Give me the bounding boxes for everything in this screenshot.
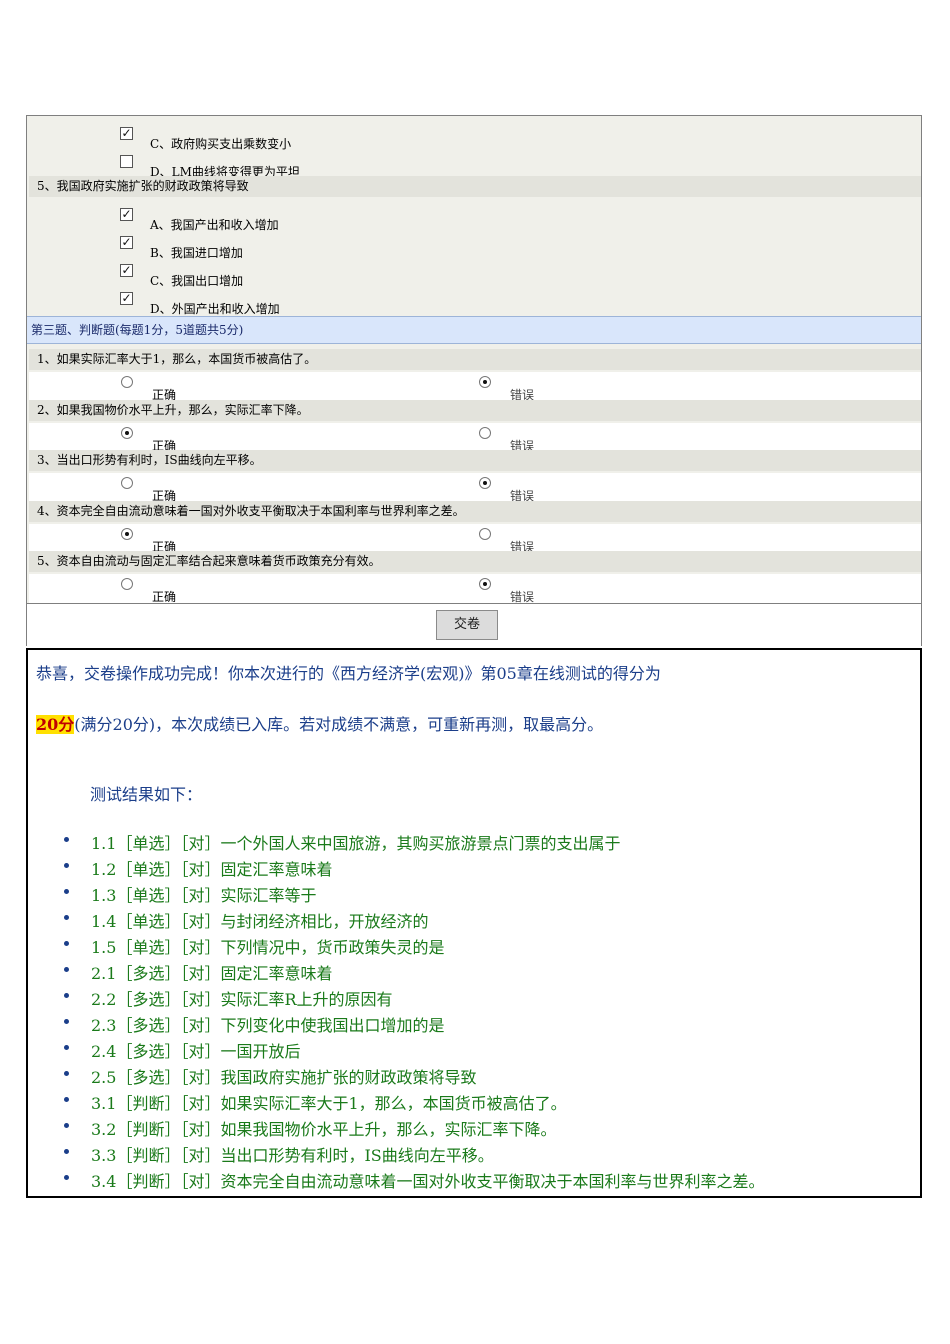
bullet-icon (64, 1019, 69, 1024)
result-item-text: 3.1［判断］［对］如果实际汇率大于1，那么，本国货币被高估了。 (91, 1094, 567, 1113)
q5-option-a[interactable]: ✓ A、我国产出和收入增加 (27, 201, 921, 232)
result-panel: 恭喜，交卷操作成功完成！你本次进行的《西方经济学(宏观)》第05章在线测试的得分… (26, 648, 922, 1198)
tf-question-4-text: 4、资本完全自由流动意味着一国对外收支平衡取决于本国利率与世界利率之差。 (29, 501, 921, 522)
result-item-text: 2.2［多选］［对］实际汇率R上升的原因有 (91, 990, 393, 1009)
question-5-text: 5、我国政府实施扩张的财政政策将导致 (29, 176, 921, 197)
result-item-text: 1.5［单选］［对］下列情况中，货币政策失灵的是 (91, 938, 445, 957)
bullet-icon (64, 1175, 69, 1180)
quiz-panel: ✓ C、政府购买支出乘数变小 D、LM曲线将变得更为平坦 5、我国政府实施扩张的… (26, 115, 922, 647)
radio-false[interactable] (479, 477, 491, 489)
result-item-text: 3.4［判断］［对］资本完全自由流动意味着一国对外收支平衡取决于本国利率与世界利… (91, 1172, 765, 1191)
checkbox[interactable] (120, 155, 133, 168)
radio-false[interactable] (479, 528, 491, 540)
bullet-icon (64, 967, 69, 972)
checkbox[interactable]: ✓ (120, 236, 133, 249)
radio-true[interactable] (121, 376, 133, 388)
bullet-icon (64, 1097, 69, 1102)
result-item-text: 2.3［多选］［对］下列变化中使我国出口增加的是 (91, 1016, 445, 1035)
radio-false[interactable] (479, 578, 491, 590)
q5-option-d[interactable]: ✓ D、外国产出和收入增加 (27, 285, 921, 316)
result-heading: 测试结果如下： (90, 785, 203, 804)
result-item-text: 2.4［多选］［对］一国开放后 (91, 1042, 301, 1061)
bullet-icon (64, 941, 69, 946)
option-label: D、外国产出和收入增加 (150, 302, 280, 316)
radio-false[interactable] (479, 376, 491, 388)
tf-question-5-answers: 正确 错误 (29, 574, 921, 604)
tf-question-1-answers: 正确 错误 (29, 372, 921, 402)
radio-true[interactable] (121, 578, 133, 590)
radio-true[interactable] (121, 528, 133, 540)
checkbox[interactable]: ✓ (120, 127, 133, 140)
bullet-icon (64, 1071, 69, 1076)
section-3-header: 第三题、判断题(每题1分，5道题共5分) (27, 316, 921, 344)
bullet-icon (64, 993, 69, 998)
bullet-icon (64, 863, 69, 868)
radio-true[interactable] (121, 477, 133, 489)
result-item-text: 1.2［单选］［对］固定汇率意味着 (91, 860, 333, 879)
result-item-text: 1.4［单选］［对］与封闭经济相比，开放经济的 (91, 912, 429, 931)
q5-option-c[interactable]: ✓ C、我国出口增加 (27, 257, 921, 288)
result-item-text: 2.5［多选］［对］我国政府实施扩张的财政政策将导致 (91, 1068, 477, 1087)
bullet-icon (64, 915, 69, 920)
radio-false[interactable] (479, 427, 491, 439)
tf-question-3-text: 3、当出口形势有利时，IS曲线向左平移。 (29, 450, 921, 471)
q5-option-b[interactable]: ✓ B、我国进口增加 (27, 229, 921, 260)
tf-question-1-text: 1、如果实际汇率大于1，那么，本国货币被高估了。 (29, 349, 921, 370)
bullet-icon (64, 1123, 69, 1128)
result-item-text: 2.1［多选］［对］固定汇率意味着 (91, 964, 333, 983)
radio-true[interactable] (121, 427, 133, 439)
tf-question-3-answers: 正确 错误 (29, 473, 921, 503)
result-item-text: 3.3［判断］［对］当出口形势有利时，IS曲线向左平移。 (91, 1146, 494, 1165)
q4-option-c[interactable]: ✓ C、政府购买支出乘数变小 (27, 120, 921, 151)
score-note: (满分20分)，本次成绩已入库。若对成绩不满意，可重新再测，取最高分。 (74, 715, 604, 734)
bullet-icon (64, 1045, 69, 1050)
result-item-text: 1.1［单选］［对］一个外国人来中国旅游，其购买旅游景点门票的支出属于 (91, 834, 621, 853)
result-item-text: 3.2［判断］［对］如果我国物价水平上升，那么，实际汇率下降。 (91, 1120, 557, 1139)
bullet-icon (64, 1149, 69, 1154)
result-item-text: 1.3［单选］［对］实际汇率等于 (91, 886, 317, 905)
bullet-icon (64, 889, 69, 894)
result-score-line: 20分(满分20分)，本次成绩已入库。若对成绩不满意，可重新再测，取最高分。 (36, 711, 603, 735)
checkbox[interactable]: ✓ (120, 292, 133, 305)
tf-question-2-answers: 正确 错误 (29, 423, 921, 453)
score-badge: 20分 (36, 715, 75, 734)
bullet-icon (64, 837, 69, 842)
checkbox[interactable]: ✓ (120, 264, 133, 277)
tf-question-2-text: 2、如果我国物价水平上升，那么，实际汇率下降。 (29, 400, 921, 421)
checkbox[interactable]: ✓ (120, 208, 133, 221)
tf-question-5-text: 5、资本自由流动与固定汇率结合起来意味着货币政策充分有效。 (29, 551, 921, 572)
tf-question-4-answers: 正确 错误 (29, 524, 921, 554)
submit-button[interactable]: 交卷 (436, 610, 498, 640)
q4-option-d[interactable]: D、LM曲线将变得更为平坦 (27, 148, 921, 179)
submit-area: 交卷 (27, 603, 921, 647)
result-message: 恭喜，交卷操作成功完成！你本次进行的《西方经济学(宏观)》第05章在线测试的得分… (36, 664, 661, 683)
